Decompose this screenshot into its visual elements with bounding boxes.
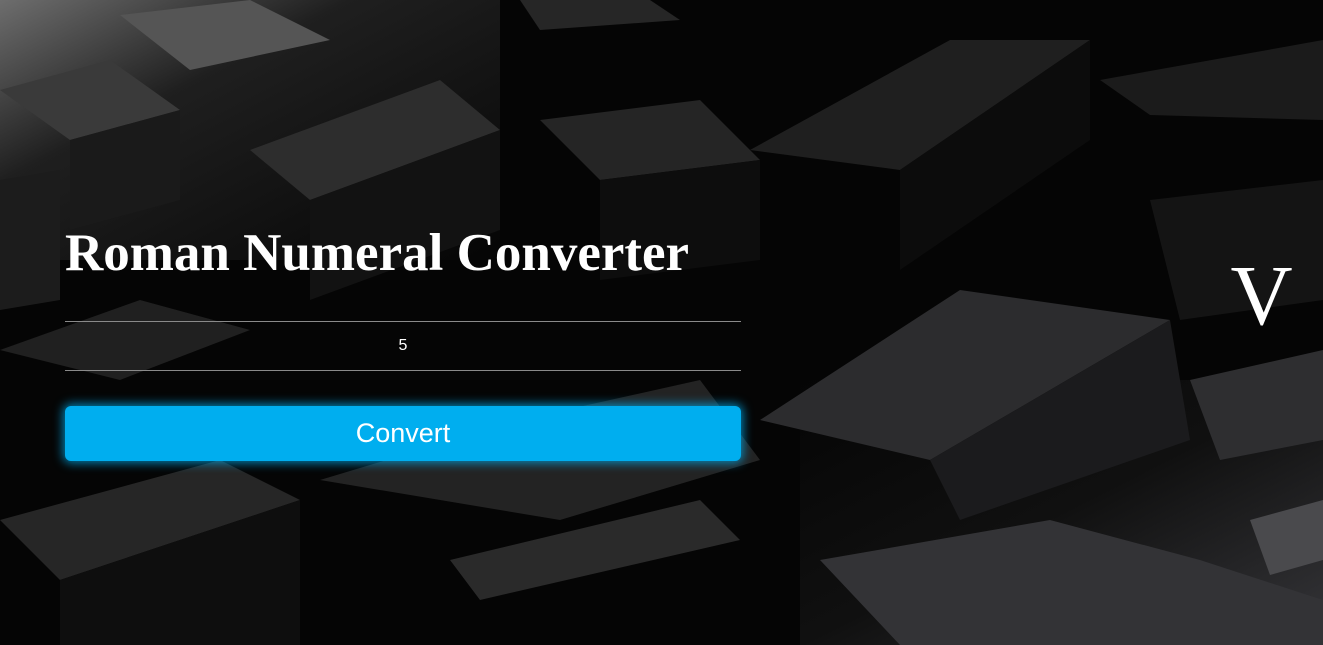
number-input-container	[65, 321, 741, 371]
convert-button[interactable]: Convert	[65, 406, 741, 461]
roman-numeral-output: V	[1230, 247, 1293, 343]
page: Roman Numeral Converter Convert V	[0, 0, 1323, 645]
page-title: Roman Numeral Converter	[65, 224, 690, 282]
number-input[interactable]	[65, 322, 741, 370]
